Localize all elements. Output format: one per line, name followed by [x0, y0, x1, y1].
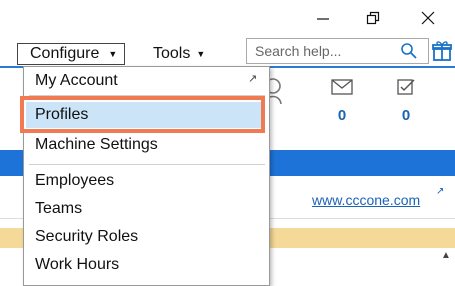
configure-label: Configure [30, 45, 100, 62]
search-icon [401, 43, 417, 59]
menu-item-security-roles[interactable]: Security Roles [35, 228, 138, 246]
mail-stat[interactable]: 0 [312, 78, 372, 124]
search-placeholder: Search help... [255, 43, 342, 59]
minimize-icon [317, 18, 329, 20]
menu-separator [29, 164, 265, 165]
mail-icon [331, 79, 353, 95]
scroll-up-icon[interactable]: ▲ [441, 250, 451, 261]
menu-item-work-hours[interactable]: Work Hours [35, 256, 119, 274]
gift-icon [432, 41, 452, 61]
close-icon [421, 11, 435, 25]
popout-icon: ↗ [248, 73, 258, 85]
tools-label: Tools [153, 45, 191, 62]
restore-icon [366, 11, 380, 25]
tasks-count: 0 [401, 107, 411, 124]
restore-button[interactable] [350, 0, 396, 36]
close-button[interactable] [405, 0, 451, 36]
menu-item-employees[interactable]: Employees [35, 172, 114, 190]
search-button[interactable] [400, 42, 418, 65]
menu-item-my-account[interactable]: My Account [35, 72, 118, 90]
website-link[interactable]: www.cccone.com [312, 192, 420, 208]
tools-menu-button[interactable]: Tools ▼ [153, 43, 205, 65]
menu-item-machine-settings[interactable]: Machine Settings [35, 136, 158, 154]
tasks-stat[interactable]: 0 [376, 78, 436, 124]
selection-outline [20, 96, 265, 133]
mail-count: 0 [337, 107, 347, 124]
checklist-icon [397, 79, 415, 95]
chevron-down-icon: ▼ [196, 49, 206, 59]
external-link-icon: ↗ [436, 186, 445, 197]
gift-button[interactable] [432, 40, 452, 67]
configure-menu-button[interactable]: Configure ▼ [17, 43, 125, 65]
chevron-down-icon: ▼ [108, 49, 118, 59]
menu-item-teams[interactable]: Teams [35, 200, 82, 218]
minimize-button[interactable] [300, 0, 346, 36]
